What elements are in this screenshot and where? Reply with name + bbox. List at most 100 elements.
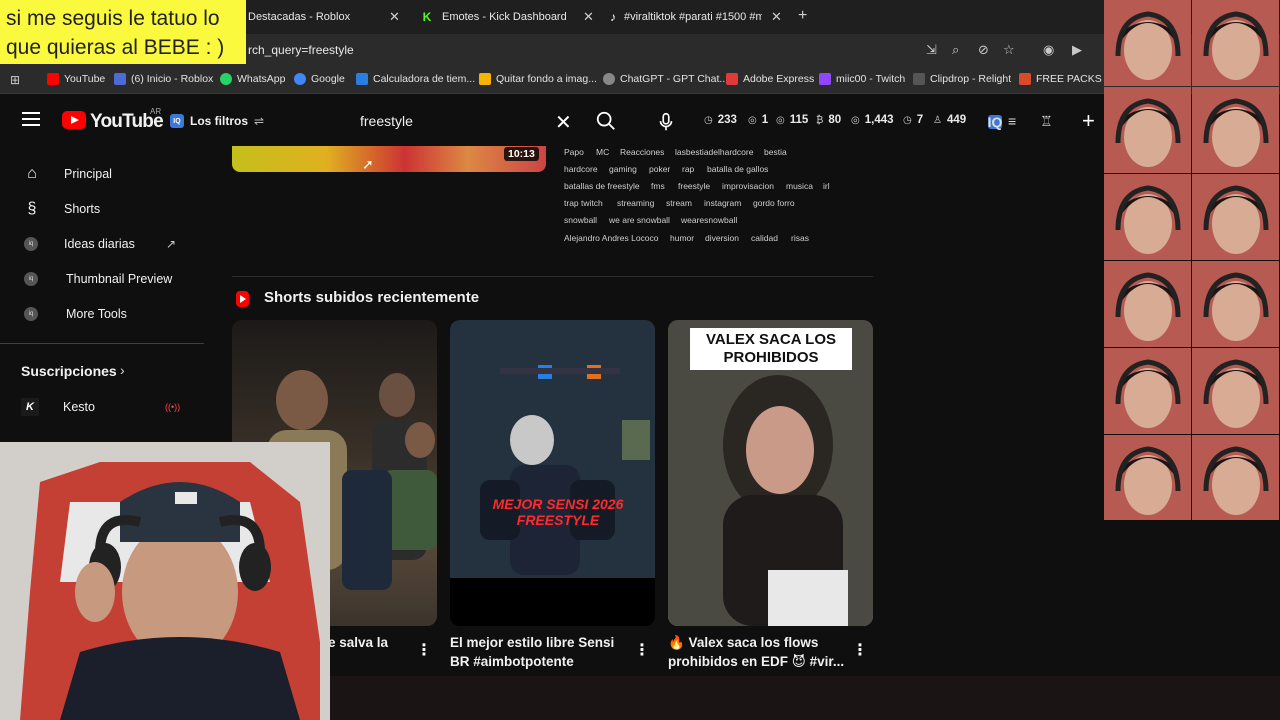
sidebar-item-thumbnail-preview[interactable]: iq Thumbnail Preview	[0, 261, 204, 297]
hamburger-menu-icon[interactable]	[22, 112, 40, 126]
tag[interactable]: improvisacion	[722, 181, 774, 191]
tag[interactable]: Reacciones	[620, 147, 664, 157]
tag[interactable]: irl	[823, 181, 830, 191]
tag[interactable]: rap	[682, 164, 694, 174]
video-thumbnail[interactable]	[232, 146, 546, 172]
clipdrop-icon	[913, 73, 925, 85]
url-field[interactable]: rch_query=freestyle	[248, 43, 354, 57]
bookmark-calculadora[interactable]: Calculadora de tiem...	[356, 73, 475, 85]
tag[interactable]: humor	[670, 233, 694, 243]
tag[interactable]: instagram	[704, 198, 741, 208]
close-icon[interactable]: ✕	[583, 9, 594, 25]
tag[interactable]: fms	[651, 181, 665, 191]
new-tab-button[interactable]: +	[798, 7, 807, 25]
bookmark-google[interactable]: Google	[294, 73, 345, 85]
apps-grid-icon[interactable]: ⊞	[10, 73, 20, 87]
filters-button[interactable]: IQ Los filtros ⇌	[170, 106, 264, 136]
sidebar-item-shorts[interactable]: § Shorts	[0, 191, 204, 227]
search-icon[interactable]	[595, 110, 617, 132]
tag[interactable]: streaming	[617, 198, 654, 208]
more-options-icon[interactable]: ⋮	[416, 640, 432, 660]
short-title[interactable]: 🔥 Valex saca los flows prohibidos en EDF…	[668, 633, 848, 671]
tag[interactable]: trap twitch	[564, 198, 603, 208]
tag[interactable]: Alejandro Andres Lococo	[564, 233, 659, 243]
webcam-image	[0, 442, 330, 720]
tag[interactable]: gordo forro	[753, 198, 795, 208]
clear-search-icon[interactable]: ✕	[555, 110, 572, 135]
tag[interactable]: Papo	[564, 147, 584, 157]
bookmark-adobe[interactable]: Adobe Express	[726, 73, 814, 85]
close-icon[interactable]: ✕	[389, 9, 400, 25]
bookmark-label: WhatsApp	[237, 73, 286, 85]
iq-extension-icon[interactable]: IQ	[988, 114, 1003, 130]
stat-item: ◷ 7	[903, 114, 923, 126]
extension-icon[interactable]: ◉	[1043, 42, 1054, 58]
tab-tiktok[interactable]: ♪ #viraltiktok #parati #1500 #me	[610, 4, 762, 30]
tag[interactable]: bestia	[764, 147, 787, 157]
stat-item: ♙ 449	[933, 114, 966, 126]
tag[interactable]: we are snowball	[609, 215, 670, 225]
install-icon[interactable]: ⇲	[926, 42, 937, 58]
bookmark-label: Clipdrop - Relight	[930, 73, 1012, 85]
microphone-icon[interactable]	[655, 111, 677, 133]
bookmark-whatsapp[interactable]: WhatsApp	[220, 73, 285, 85]
stat-value: 449	[946, 114, 967, 126]
tag[interactable]: stream	[666, 198, 692, 208]
bookmark-twitch[interactable]: miic00 - Twitch	[819, 73, 905, 85]
sidebar-item-ideas-diarias[interactable]: iq Ideas diarias ↗	[0, 226, 204, 262]
bookmark-quitar-fondo[interactable]: Quitar fondo a imag...	[479, 73, 597, 85]
bookmark-clipdrop[interactable]: Clipdrop - Relight	[913, 73, 1011, 85]
tag[interactable]: diversion	[705, 233, 739, 243]
list-icon[interactable]: ≡	[1008, 113, 1016, 129]
sidebar-item-label: Ideas diarias	[64, 237, 135, 251]
tag[interactable]: calidad	[751, 233, 778, 243]
chevron-right-icon[interactable]: ›	[120, 362, 125, 378]
bookmark-chatgpt[interactable]: ChatGPT - GPT Chat...	[603, 73, 728, 85]
eye-off-icon[interactable]: ⊘	[978, 42, 989, 58]
tab-roblox[interactable]: Destacadas - Roblox	[248, 4, 388, 30]
youtube-logo-icon[interactable]	[62, 111, 86, 129]
create-plus-icon[interactable]: +	[1082, 108, 1095, 134]
tag[interactable]: musica	[786, 181, 813, 191]
extension-icon[interactable]: ▶	[1072, 42, 1082, 58]
subscription-item-kesto[interactable]: K Kesto	[21, 398, 95, 416]
country-code: AR	[150, 107, 162, 116]
thumbnail-overlay-text: MEJOR SENSI 2026 FREESTYLE	[492, 496, 624, 528]
tag[interactable]: MC	[596, 147, 609, 157]
tag[interactable]: freestyle	[678, 181, 710, 191]
folder-icon	[1019, 73, 1031, 85]
short-title[interactable]: El mejor estilo libre Sensi BR #aimbotpo…	[450, 633, 630, 671]
shorts-logo-icon	[236, 291, 249, 307]
tag[interactable]: gaming	[609, 164, 637, 174]
tag[interactable]: hardcore	[564, 164, 598, 174]
sidebar-item-more-tools[interactable]: iq More Tools	[0, 296, 204, 332]
kick-icon: K	[422, 10, 432, 24]
bookmark-youtube[interactable]: YouTube	[47, 73, 105, 85]
tag[interactable]: snowball	[564, 215, 597, 225]
tag[interactable]: lasbestiadelhardcore	[675, 147, 753, 157]
more-options-icon[interactable]: ⋮	[634, 640, 650, 660]
bookmark-label: YouTube	[64, 73, 106, 85]
search-input[interactable]	[346, 106, 584, 136]
close-icon[interactable]: ✕	[771, 9, 782, 25]
tag[interactable]: wearesnowball	[681, 215, 737, 225]
emote-tile	[1192, 174, 1279, 260]
stat-value: 115	[789, 114, 809, 126]
tag[interactable]: poker	[649, 164, 670, 174]
bookmark-roblox[interactable]: (6) Inicio - Roblox	[114, 73, 213, 85]
tag[interactable]: risas	[791, 233, 809, 243]
subscriptions-heading[interactable]: Suscripciones	[21, 363, 117, 379]
bookmark-star-icon[interactable]: ☆	[1003, 42, 1015, 58]
tag[interactable]: batallas de freestyle	[564, 181, 640, 191]
more-options-icon[interactable]: ⋮	[852, 640, 868, 660]
sidebar-item-principal[interactable]: ⌂ Principal	[0, 156, 204, 192]
zoom-icon[interactable]: ⌕	[952, 42, 959, 58]
twitch-icon	[819, 73, 831, 85]
emote-tile	[1104, 174, 1191, 260]
tag[interactable]: batalla de gallos	[707, 164, 768, 174]
tab-kick[interactable]: K Emotes - Kick Dashboard	[420, 4, 580, 30]
trophy-icon[interactable]: ♖	[1040, 113, 1053, 130]
short-thumbnail[interactable]: VALEX SACA LOS PROHIBIDOS	[668, 320, 873, 626]
short-thumbnail[interactable]: MEJOR SENSI 2026 FREESTYLE	[450, 320, 655, 626]
emote-tile	[1104, 435, 1191, 521]
